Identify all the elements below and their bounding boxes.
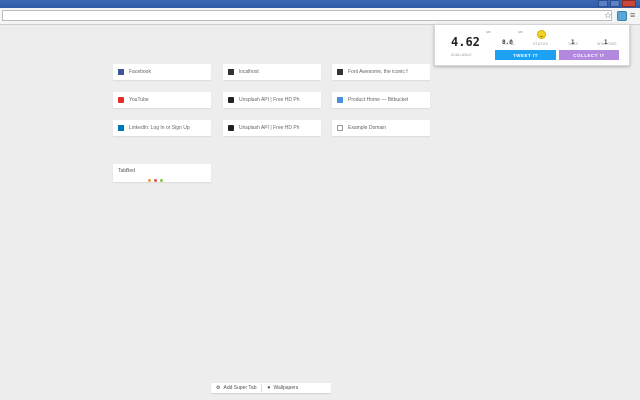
available-value: 4.62 xyxy=(451,35,480,49)
youtube-icon xyxy=(118,97,124,103)
tile-label: Example Domain xyxy=(348,125,387,131)
menu-icon[interactable]: ≡ xyxy=(630,10,635,21)
wallpapers-button[interactable]: ♥ Wallpapers xyxy=(262,385,303,391)
maximize-button[interactable] xyxy=(610,0,620,7)
window-titlebar xyxy=(0,0,640,8)
shortcut-tile[interactable]: localhost xyxy=(223,64,321,80)
shortcut-tile[interactable]: Example Domain xyxy=(332,120,430,136)
site-icon xyxy=(228,69,234,75)
bottom-bar: ⚙ Add Super Tab ♥ Wallpapers xyxy=(211,383,331,393)
gear-icon: ⚙ xyxy=(216,385,221,391)
shortcut-tile[interactable]: Unsplash API | Free HD Ph xyxy=(223,120,321,136)
memory-popup: 4.62 GB AVAILABLE 8.0 GB TOTAL STATUS 1 … xyxy=(434,24,630,66)
add-super-tab-label: Add Super Tab xyxy=(223,385,257,391)
tile-label: localhost xyxy=(239,69,259,75)
total-caption: TOTAL xyxy=(503,42,516,46)
tabs-caption: TABS xyxy=(568,42,579,46)
smiley-icon xyxy=(537,30,546,39)
tabbed-widget[interactable]: TabBed xyxy=(113,164,211,182)
tabbed-title: TabBed xyxy=(118,168,135,174)
fontawesome-icon xyxy=(337,69,343,75)
tile-label: Product Home — Bitbucket xyxy=(348,97,409,103)
tabbed-dots xyxy=(148,179,163,182)
total-stat: 8.0 xyxy=(502,31,513,49)
status-caption: STATUS xyxy=(533,42,549,46)
shortcut-tile[interactable]: LinkedIn: Log In or Sign Up xyxy=(113,120,211,136)
tile-label: LinkedIn: Log In or Sign Up xyxy=(129,125,190,131)
document-icon xyxy=(337,125,343,131)
shortcut-tile[interactable]: Font Awesome, the iconic f xyxy=(332,64,430,80)
address-bar: ☆ ≡ xyxy=(0,8,640,25)
extension-icon[interactable] xyxy=(617,11,627,21)
available-unit: GB xyxy=(486,30,491,34)
camera-icon xyxy=(228,125,234,131)
tabbed-dot xyxy=(160,179,163,182)
windows-caption: WINDOWS xyxy=(597,42,617,46)
collect-label: COLLECT IT xyxy=(573,52,605,58)
window-controls xyxy=(598,0,636,8)
windows-stat: 1 xyxy=(604,31,608,49)
linkedin-icon xyxy=(118,125,124,131)
url-input[interactable] xyxy=(2,10,612,21)
tabbed-dot xyxy=(154,179,157,182)
close-window-button[interactable] xyxy=(622,0,636,7)
tabbed-dot xyxy=(148,179,151,182)
tile-label: Font Awesome, the iconic f xyxy=(348,69,408,75)
tile-label: Unsplash API | Free HD Ph xyxy=(239,97,300,103)
total-unit: GB xyxy=(518,30,523,34)
minimize-button[interactable] xyxy=(598,0,608,7)
shortcut-tile[interactable]: Unsplash API | Free HD Ph xyxy=(223,92,321,108)
bitbucket-icon xyxy=(337,97,343,103)
available-stat: 4.62 xyxy=(451,33,480,51)
shortcut-tile[interactable]: Facebook xyxy=(113,64,211,80)
camera-icon xyxy=(228,97,234,103)
tweet-label: TWEET IT xyxy=(513,52,538,58)
star-icon[interactable]: ☆ xyxy=(604,10,612,21)
add-super-tab-button[interactable]: ⚙ Add Super Tab xyxy=(211,385,261,391)
tile-label: YouTube xyxy=(129,97,149,103)
tile-label: Unsplash API | Free HD Ph xyxy=(239,125,300,131)
shortcut-tile[interactable]: Product Home — Bitbucket xyxy=(332,92,430,108)
tabs-stat: 1 xyxy=(571,31,575,49)
tweet-button[interactable]: TWEET IT xyxy=(495,50,556,60)
heart-icon: ♥ xyxy=(267,385,271,391)
available-caption: AVAILABLE xyxy=(451,53,473,57)
tile-label: Facebook xyxy=(129,69,151,75)
shortcut-tile[interactable]: YouTube xyxy=(113,92,211,108)
facebook-icon xyxy=(118,69,124,75)
wallpapers-label: Wallpapers xyxy=(273,385,299,391)
collect-button[interactable]: COLLECT IT xyxy=(559,50,619,60)
